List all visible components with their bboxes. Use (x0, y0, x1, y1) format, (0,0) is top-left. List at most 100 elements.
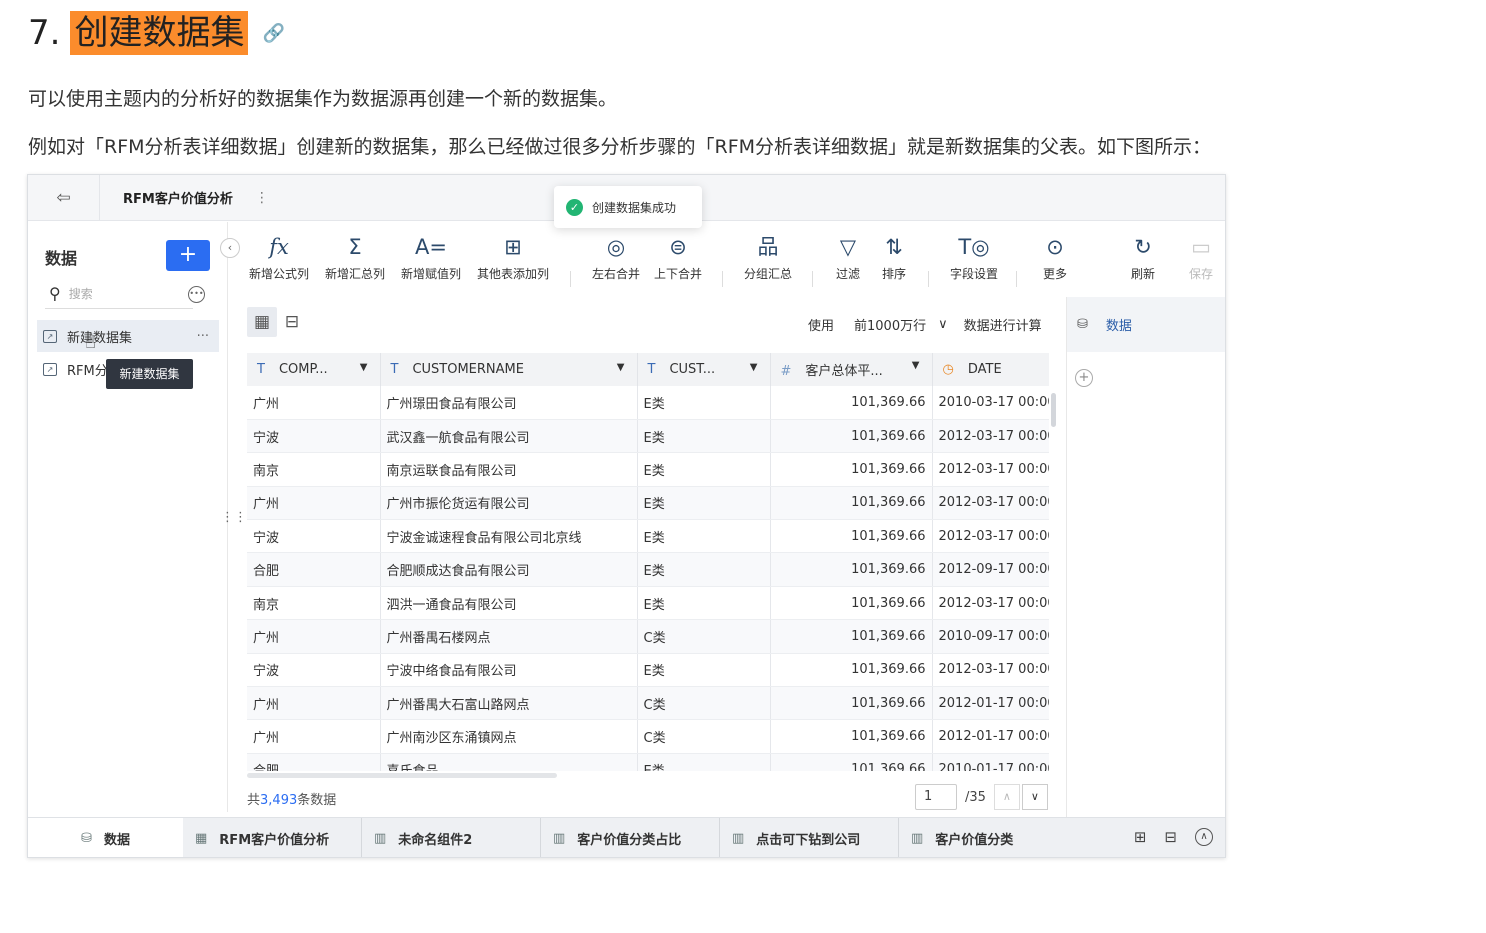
table-row[interactable]: 宁波 宁波中络食品有限公司 E类 101,369.66 2012-03-17 00:00… (247, 653, 1049, 688)
table-cell[interactable]: 广州 (247, 619, 381, 654)
table-row[interactable]: 宁波 武汉鑫一航食品有限公司 E类 101,369.66 2012-03-17 00:0… (247, 419, 1049, 454)
table-cell[interactable]: 合肥 (247, 753, 381, 771)
table-cell[interactable]: 广州南沙区东涌镇网点 (380, 719, 638, 754)
add-assign-column-button[interactable]: A= 新增赋值列 (398, 229, 464, 289)
table-cell[interactable]: 101,369.66 (770, 452, 933, 487)
table-cell[interactable]: 广州璟田食品有限公司 (380, 386, 638, 420)
more-button[interactable]: ⊙ 更多 (1034, 229, 1076, 289)
table-cell[interactable]: 2012-01-17 00:00: (932, 719, 1049, 754)
tab-value-share[interactable]: ▥ 客户价值分类占比 (541, 817, 720, 857)
table-cell[interactable]: E类 (637, 753, 771, 771)
dropdown-icon[interactable]: ▼ (750, 362, 758, 373)
sort-button[interactable]: ⇅ 排序 (876, 229, 912, 289)
group-summary-button[interactable]: 品分组汇总 (740, 229, 796, 289)
table-cell[interactable]: 泗洪一通食品有限公司 (380, 586, 638, 621)
row-limit-select[interactable]: 前1000万行 (854, 315, 926, 334)
table-cell[interactable]: 宁波 (247, 653, 381, 688)
chevron-up-icon[interactable]: ∧ (993, 784, 1020, 810)
table-cell[interactable]: 2012-09-17 00:00: (932, 552, 1049, 587)
dropdown-icon[interactable]: ▼ (912, 360, 920, 371)
tab-unnamed-component[interactable]: ▥ 未命名组件2 (362, 817, 541, 857)
table-cell[interactable]: 合肥 (247, 552, 381, 587)
dropdown-icon[interactable]: ▼ (360, 362, 368, 373)
field-settings-button[interactable]: T◎ 字段设置 (946, 229, 1002, 289)
tab-value-class[interactable]: ▥ 客户价值分类 (899, 818, 1078, 858)
table-cell[interactable]: 喜氏食品 (380, 753, 638, 771)
table-cell[interactable]: 广州番禺石楼网点 (380, 619, 638, 654)
tab-data[interactable]: ⛁ 数据 (28, 817, 183, 857)
right-panel-header[interactable]: ⛁ 数据 (1067, 297, 1225, 352)
table-cell[interactable]: C类 (637, 686, 771, 721)
table-cell[interactable]: 2010-03-17 00:00: (932, 386, 1049, 420)
collapse-sidebar-icon[interactable]: ‹ (220, 238, 240, 258)
table-row[interactable]: 合肥喜氏食品E类101,369.662010-01-17 00:00: (247, 753, 1049, 771)
merge-horizontal-button[interactable]: ◎ 左右合并 (588, 229, 644, 289)
table-cell[interactable]: 101,369.66 (770, 719, 933, 754)
table-cell[interactable]: 宁波 (247, 519, 381, 554)
grid-view-icon[interactable]: ▦ (247, 307, 277, 337)
table-cell[interactable]: E类 (637, 419, 771, 454)
table-cell[interactable]: 2012-03-17 00:00: (932, 486, 1049, 521)
add-formula-column-button[interactable]: fx 新增公式列 (246, 229, 312, 289)
table-row[interactable]: 广州 广州南沙区东涌镇网点 C类 101,369.66 2012-01-17 00:00… (247, 719, 1049, 754)
table-row[interactable]: 宁波 宁波金诚速程食品有限公司北京线 E类 101,369.66 2012-03-17 … (247, 519, 1049, 554)
dropdown-icon[interactable]: ▼ (617, 362, 625, 373)
table-cell[interactable]: 广州 (247, 686, 381, 721)
table-row[interactable]: 南京 泗洪一通食品有限公司 E类 101,369.66 2012-03-17 00:00… (247, 586, 1049, 621)
table-cell[interactable]: E类 (637, 486, 771, 521)
add-component-icon[interactable]: ⊞ (1134, 828, 1147, 846)
table-cell[interactable]: E类 (637, 452, 771, 487)
column-header-date[interactable]: ◷ DATE (932, 353, 1049, 386)
table-cell[interactable]: E类 (637, 586, 771, 621)
column-header-value[interactable]: # 客户总体平... ▼ (770, 353, 933, 386)
table-cell[interactable]: E类 (637, 519, 771, 554)
chevron-down-icon[interactable]: ∨ (938, 317, 948, 332)
table-row[interactable]: 合肥 合肥顺成达食品有限公司 E类 101,369.66 2012-09-17 00:0… (247, 552, 1049, 587)
page-input[interactable]: 1 (915, 784, 957, 810)
table-row[interactable]: 广州 广州番禺大石富山路网点 C类 101,369.66 2012-01-17 00:0… (247, 686, 1049, 721)
table-cell[interactable]: 南京 (247, 452, 381, 487)
table-cell[interactable]: 2010-01-17 00:00: (932, 753, 1049, 771)
item-more-icon[interactable]: ··· (197, 329, 209, 344)
horizontal-scrollbar[interactable] (247, 773, 557, 778)
table-row[interactable]: 南京 南京运联食品有限公司 E类 101,369.66 2012-03-17 00:00… (247, 452, 1049, 487)
table-cell[interactable]: 2012-03-17 00:00: (932, 452, 1049, 487)
search-input[interactable]: ⚲ 搜索 (45, 279, 193, 309)
table-cell[interactable]: 宁波中络食品有限公司 (380, 653, 638, 688)
exit-icon[interactable]: ⇦ (28, 175, 100, 221)
table-cell[interactable]: 2012-03-17 00:00: (932, 419, 1049, 454)
collapse-up-icon[interactable]: ∧ (1195, 828, 1213, 846)
table-cell[interactable]: C类 (637, 719, 771, 754)
table-row[interactable]: 广州 广州市振伦货运有限公司 E类 101,369.66 2012-03-17 00:0… (247, 486, 1049, 521)
drag-handle-icon[interactable]: ⋮⋮ (221, 510, 247, 525)
table-cell[interactable]: 广州市振伦货运有限公司 (380, 486, 638, 521)
link-icon[interactable]: 🔗 (262, 23, 284, 44)
table-cell[interactable]: 101,369.66 (770, 686, 933, 721)
table-cell[interactable]: 101,369.66 (770, 486, 933, 521)
save-button[interactable]: ▭ 保存 (1180, 229, 1222, 289)
column-header-customername[interactable]: T CUSTOMERNAME ▼ (380, 353, 638, 386)
table-cell[interactable]: 2012-01-17 00:00: (932, 686, 1049, 721)
add-dashboard-icon[interactable]: ⊟ (1164, 828, 1177, 846)
table-cell[interactable]: 2012-03-17 00:00: (932, 586, 1049, 621)
table-cell[interactable]: E类 (637, 386, 771, 420)
table-cell[interactable]: 宁波 (247, 419, 381, 454)
tab-drilldown[interactable]: ▥ 点击可下钻到公司 (720, 817, 899, 857)
table-cell[interactable]: 101,369.66 (770, 653, 933, 688)
table-row[interactable]: 广州 广州番禺石楼网点 C类 101,369.66 2010-09-17 00:00: (247, 619, 1049, 654)
add-column-from-table-button[interactable]: ⊞ 其他表添加列 (474, 229, 552, 289)
table-cell[interactable]: 广州 (247, 719, 381, 754)
add-summary-column-button[interactable]: Σ 新增汇总列 (322, 229, 388, 289)
column-header-cust[interactable]: T CUST... ▼ (637, 353, 771, 386)
filter-button[interactable]: ▽ 过滤 (830, 229, 866, 289)
table-cell[interactable]: 南京 (247, 586, 381, 621)
table-cell[interactable]: 101,369.66 (770, 419, 933, 454)
table-cell[interactable]: 广州 (247, 386, 381, 420)
table-cell[interactable]: C类 (637, 619, 771, 654)
table-cell[interactable]: 合肥顺成达食品有限公司 (380, 552, 638, 587)
table-cell[interactable]: 101,369.66 (770, 552, 933, 587)
table-cell[interactable]: 广州 (247, 486, 381, 521)
table-cell[interactable]: 101,369.66 (770, 619, 933, 654)
table-cell[interactable]: 广州番禺大石富山路网点 (380, 686, 638, 721)
more-options-icon[interactable]: ••• (188, 286, 205, 303)
